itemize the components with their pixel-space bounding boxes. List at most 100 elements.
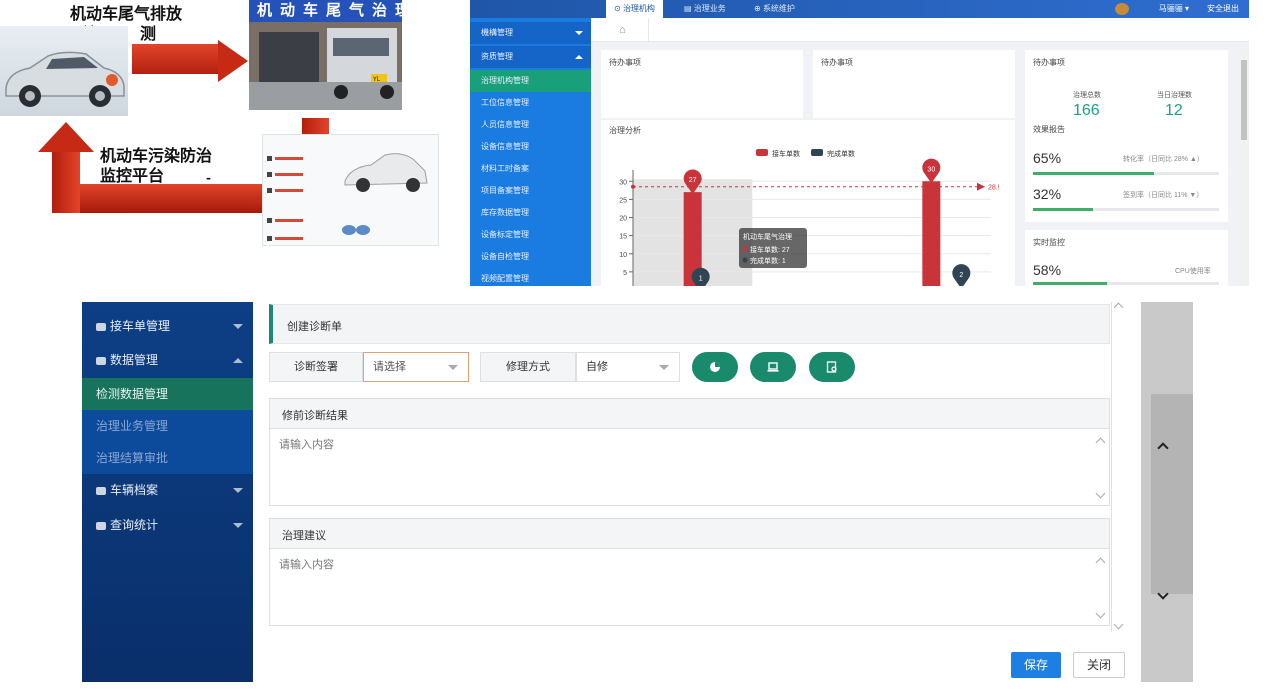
sidebar-item-org-management[interactable]: 治理机构管理 (470, 70, 591, 92)
dashboard-scrollbar[interactable] (1239, 46, 1249, 286)
chevron-down-icon (233, 488, 243, 493)
platform-label-line2: 监控平台 (100, 166, 165, 185)
legend-label-done: 完成单数 (827, 149, 855, 158)
form-scrollbar[interactable] (1111, 302, 1124, 632)
chevron-down-icon[interactable] (1095, 488, 1106, 499)
stat-total-value: 166 (1073, 102, 1100, 119)
sidebar-item-staff[interactable]: 人员信息管理 (470, 114, 591, 136)
sidebar-item-data-management[interactable]: 数据管理 (82, 344, 253, 376)
pre-repair-result-input[interactable]: 请输入内容 (279, 436, 334, 452)
tooltip-line-received: 接车单数: 27 (750, 245, 790, 254)
up-arrow-stem (52, 150, 80, 213)
pie-chart-button[interactable] (692, 352, 738, 382)
world-map-icon (342, 225, 370, 235)
sidebar-item-equipment[interactable]: 设备信息管理 (470, 136, 591, 158)
signin-progress-fill (1033, 208, 1093, 211)
tab-governance-business[interactable]: ▤ 治理业务 (676, 0, 734, 18)
globe-icon: ⊕ (754, 4, 763, 13)
y-tick-label: 25 (619, 197, 627, 204)
y-tick-label: 30 (619, 179, 627, 186)
logout-link[interactable]: 安全退出 (1207, 0, 1239, 18)
save-button[interactable]: 保存 (1011, 652, 1061, 678)
chevron-up-icon[interactable] (1095, 437, 1106, 448)
chevron-up-icon[interactable] (1113, 302, 1124, 313)
close-button[interactable]: 关闭 (1073, 652, 1125, 678)
chevron-down-icon[interactable] (1113, 619, 1124, 630)
cpu-progress (1033, 282, 1219, 285)
sidebar-item-inspection-data[interactable]: 检测数据管理 (82, 378, 253, 410)
user-menu[interactable]: 马骊骊 ▾ (1159, 0, 1189, 18)
dashboard-screenshot: ⊙ 治理机构 ▤ 治理业务 ⊕ 系统维护 马骊骊 ▾ 安全退出 機構管理 资质管… (470, 0, 1249, 286)
y-tick-label: 20 (619, 216, 627, 223)
governance-advice-input[interactable]: 请输入内容 (279, 556, 334, 572)
cpu-value: 58% (1033, 262, 1062, 278)
monitor-title: 实时监控 (1033, 238, 1065, 247)
sidebar-head-qualification[interactable]: 资质管理 (470, 46, 591, 68)
home-tab[interactable]: ⌂ (597, 18, 649, 42)
sidebar-item-self-check[interactable]: 设备自检管理 (470, 246, 591, 268)
arrow-right (132, 44, 220, 74)
diagram-title-line1: 机动车尾气排放 (70, 4, 183, 23)
chart-icon: ▤ (684, 4, 694, 13)
chevron-down-icon (448, 365, 458, 370)
plate-text: YL (372, 76, 381, 83)
sidebar-item-vehicle-archive[interactable]: 车辆档案 (82, 474, 253, 506)
stat-today-label: 当日治理数 (1157, 92, 1192, 99)
sidebar-item-station[interactable]: 工位信息管理 (470, 92, 591, 114)
textarea-scrollbar[interactable] (1095, 551, 1107, 625)
platform-label-line1: 机动车污染防治 (100, 146, 213, 165)
stat-today-value: 12 (1165, 102, 1183, 119)
markline-start (631, 184, 635, 189)
sidebar-item-governance-business[interactable]: 治理业务管理 (82, 410, 253, 442)
todo-card-2: 待办事项 (813, 50, 1015, 118)
page: 机动车尾气排放 检 测 机动车尾气治理 Y (0, 0, 1269, 690)
repair-method-select[interactable]: 自修 (576, 352, 680, 382)
scrollbar-thumb[interactable] (1241, 60, 1247, 140)
sidebar-item-projects[interactable]: 项目备案管理 (470, 180, 591, 202)
tab-system-maintenance[interactable]: ⊕ 系统维护 (746, 0, 803, 18)
platform-row (267, 187, 307, 193)
sidebar-item-settlement-approval[interactable]: 治理结算审批 (82, 442, 253, 474)
bar-received (922, 181, 941, 286)
sign-select[interactable]: 请选择 (363, 352, 469, 382)
pre-repair-result-panel: 修前诊断结果 请输入内容 (269, 398, 1110, 506)
governance-bar-chart: 接车单数 完成单数 5 10 15 20 25 30 28.! 27 30 1 2 机动车尾气治理接车单数… (619, 149, 1000, 286)
sports-car-icon (344, 153, 428, 192)
legend-swatch-done (811, 149, 823, 156)
sidebar-item-reception[interactable]: 接车单管理 (82, 310, 253, 342)
arrow-right-head (218, 40, 248, 82)
sidebar-head-org[interactable]: 機構管理 (470, 22, 591, 44)
pin-label-received: 30 (927, 166, 935, 173)
report-button[interactable] (809, 352, 855, 382)
chevron-up-icon (233, 358, 243, 363)
sidebar-item-video[interactable]: 视频配置管理 (470, 268, 591, 286)
legend-swatch-received (756, 149, 768, 156)
panel-title: 治理建议 (282, 530, 326, 542)
sidebar-item-inventory[interactable]: 库存数据管理 (470, 202, 591, 224)
form-sidebar: 接车单管理 数据管理 检测数据管理 治理业务管理 治理结算审批 车辆档案 查询统… (82, 302, 253, 682)
inspection-station-photo: 机动车尾气治理 YL (249, 0, 402, 110)
flow-diagram: 机动车尾气排放 检 测 机动车尾气治理 Y (0, 0, 460, 250)
device-button[interactable] (750, 352, 796, 382)
chevron-up-icon (1157, 442, 1169, 454)
background-panel (1151, 394, 1193, 600)
create-diagnosis-header: 创建诊断单 (269, 304, 1110, 344)
textarea-scrollbar[interactable] (1095, 431, 1107, 505)
sidebar-item-calibration[interactable]: 设备标定管理 (470, 224, 591, 246)
sidebar-item-query-statistics[interactable]: 查询统计 (82, 509, 253, 541)
form-main: 创建诊断单 诊断签署 请选择 修理方式 自修 修前诊断结果 请输入内容 治理建议 (253, 302, 1193, 682)
platform-dash: - (206, 171, 211, 185)
panel-header: 修前诊断结果 (270, 399, 1109, 429)
cube-icon (96, 521, 106, 530)
avatar[interactable] (1115, 3, 1129, 15)
chevron-up-icon[interactable] (1095, 557, 1106, 568)
conversion-progress-fill (1033, 172, 1154, 175)
document-icon (826, 361, 837, 373)
sidebar-item-material-hours[interactable]: 材料工时备案 (470, 158, 591, 180)
cpu-progress-fill (1033, 282, 1108, 285)
chevron-down-icon[interactable] (1095, 608, 1106, 619)
todo-card-1: 待办事项 (601, 50, 803, 118)
sign-label: 诊断签署 (269, 352, 363, 382)
tab-governance-org[interactable]: ⊙ 治理机构 (606, 0, 663, 18)
todo-title: 待办事项 (821, 58, 853, 67)
